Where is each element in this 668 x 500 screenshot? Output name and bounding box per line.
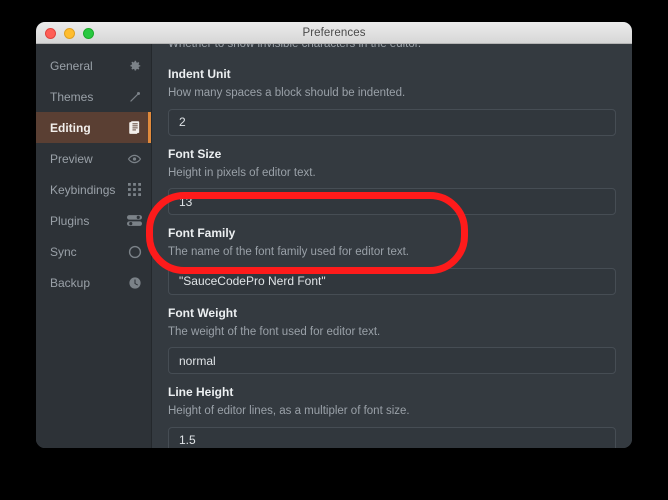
- window-title: Preferences: [302, 26, 366, 39]
- sidebar-item-sync[interactable]: Sync: [36, 236, 151, 267]
- setting-description: How many spaces a block should be indent…: [168, 87, 406, 99]
- sidebar-item-label: Editing: [50, 120, 91, 135]
- toggles-icon: [127, 213, 142, 228]
- line-height-input[interactable]: 1.5: [168, 426, 616, 448]
- sidebar-item-label: Keybindings: [50, 182, 116, 197]
- sidebar-item-preview[interactable]: Preview: [36, 143, 151, 174]
- clock-icon: [127, 275, 142, 290]
- sidebar-item-label: Backup: [50, 275, 91, 290]
- window-body: General Themes Editing Preview Keybindin…: [36, 44, 632, 448]
- sidebar-item-editing[interactable]: Editing: [36, 112, 151, 143]
- setting-font-family: Font Family The name of the font family …: [168, 215, 616, 295]
- close-button[interactable]: [45, 27, 56, 39]
- sidebar-item-label: General: [50, 58, 93, 73]
- setting-description: Height in pixels of editor text.: [168, 166, 316, 179]
- font-family-input[interactable]: "SauceCodePro Nerd Font": [168, 267, 616, 295]
- circle-icon: [127, 244, 142, 259]
- setting-indent-unit: Indent Unit How many spaces a block shou…: [168, 56, 616, 136]
- setting-font-weight: Font Weight The weight of the font used …: [168, 295, 616, 375]
- window-titlebar: Preferences: [36, 22, 632, 44]
- sidebar-item-keybindings[interactable]: Keybindings: [36, 174, 151, 205]
- preferences-window: Preferences General Themes Editing Previ…: [36, 22, 632, 448]
- setting-description: The weight of the font used for editor t…: [168, 325, 381, 338]
- sidebar-item-backup[interactable]: Backup: [36, 267, 151, 298]
- minimize-button[interactable]: [64, 27, 75, 39]
- sidebar-item-label: Plugins: [50, 213, 90, 228]
- eye-icon: [127, 151, 142, 166]
- setting-title: Font Family: [168, 226, 236, 241]
- indent-unit-input[interactable]: 2: [168, 108, 616, 136]
- setting-line-height: Line Height Height of editor lines, as a…: [168, 374, 616, 448]
- font-weight-input[interactable]: normal: [168, 347, 616, 375]
- wand-icon: [127, 89, 142, 104]
- sidebar-item-label: Sync: [50, 244, 77, 259]
- setting-description: Height of editor lines, as a multipler o…: [168, 405, 410, 418]
- traffic-light-group: [45, 22, 94, 44]
- preferences-sidebar: General Themes Editing Preview Keybindin…: [36, 44, 152, 448]
- setting-title: Font Weight: [168, 305, 238, 320]
- gear-icon: [127, 58, 142, 73]
- sidebar-item-general[interactable]: General: [36, 50, 151, 81]
- setting-title: Font Size: [168, 146, 222, 161]
- sidebar-item-label: Preview: [50, 151, 93, 166]
- settings-panel: Whether to show invisible characters in …: [152, 44, 632, 448]
- setting-font-size: Font Size Height in pixels of editor tex…: [168, 136, 616, 216]
- document-icon: [127, 120, 142, 135]
- maximize-button[interactable]: [83, 27, 94, 39]
- setting-title: Indent Unit: [168, 67, 231, 81]
- sidebar-item-plugins[interactable]: Plugins: [36, 205, 151, 236]
- setting-description: Whether to show invisible characters in …: [168, 44, 422, 50]
- sidebar-item-themes[interactable]: Themes: [36, 81, 151, 112]
- sidebar-item-label: Themes: [50, 89, 94, 104]
- setting-description: The name of the font family used for edi…: [168, 246, 409, 259]
- clipped-previous-setting: Whether to show invisible characters in …: [168, 44, 616, 56]
- setting-title: Line Height: [168, 385, 234, 400]
- font-size-input[interactable]: 13: [168, 188, 616, 216]
- grid-icon: [127, 182, 142, 197]
- screenshot-root: Preferences General Themes Editing Previ…: [0, 0, 668, 500]
